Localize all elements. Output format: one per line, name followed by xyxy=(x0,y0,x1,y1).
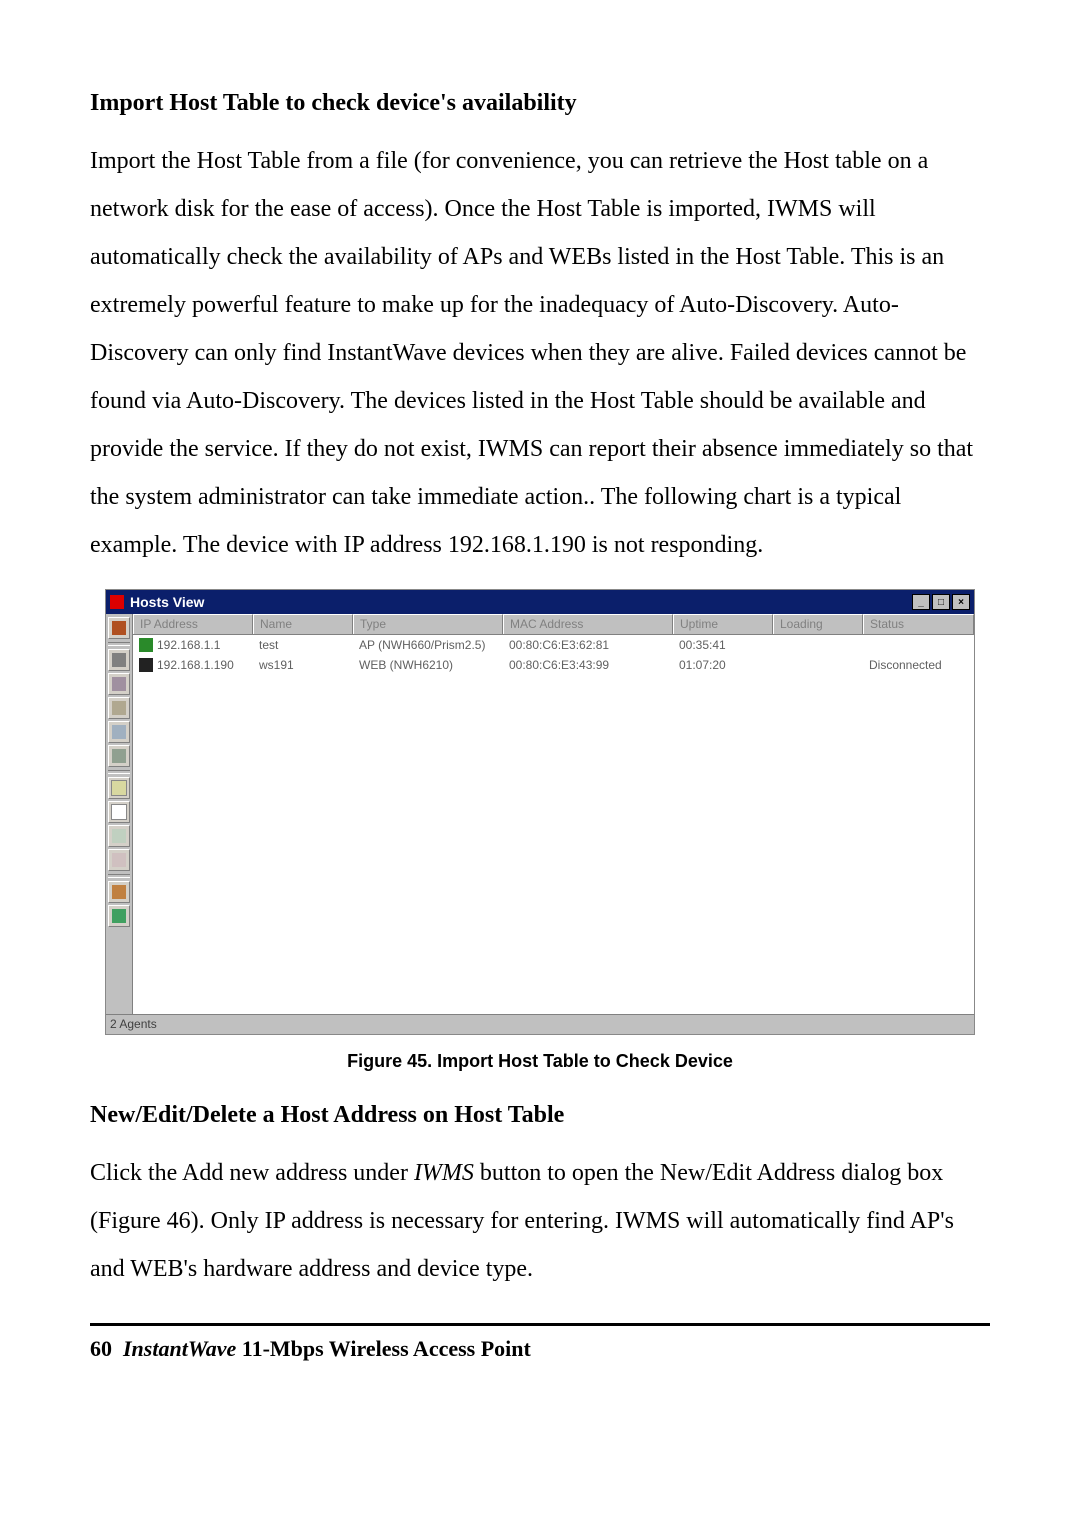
table-row[interactable]: 192.168.1.190 ws191 WEB (NWH6210) 00:80:… xyxy=(133,655,974,675)
page-footer: 60 InstantWave 11-Mbps Wireless Access P… xyxy=(90,1336,990,1362)
toolbar-icon-11 xyxy=(112,885,126,899)
maximize-button[interactable]: □ xyxy=(932,594,950,610)
toolbar-properties-button[interactable] xyxy=(108,649,130,671)
toolbar xyxy=(106,614,133,1014)
footer-title-rest: 11-Mbps Wireless Access Point xyxy=(236,1336,531,1361)
window-titlebar: Hosts View _ □ × xyxy=(106,590,974,614)
cell-mac: 00:80:C6:E3:62:81 xyxy=(503,638,673,652)
section2-body-pre: Click the Add new address under xyxy=(90,1160,414,1186)
col-header-ip[interactable]: IP Address xyxy=(133,614,253,634)
cell-name: test xyxy=(253,638,353,652)
col-header-loading[interactable]: Loading xyxy=(773,614,863,634)
toolbar-icon-3 xyxy=(112,677,126,691)
toolbar-icon-6 xyxy=(112,749,126,763)
cell-uptime: 00:35:41 xyxy=(673,638,773,652)
cell-type: AP (NWH660/Prism2.5) xyxy=(353,638,503,652)
minimize-button[interactable]: _ xyxy=(912,594,930,610)
toolbar-icon-4 xyxy=(112,701,126,715)
window-title: Hosts View xyxy=(130,594,910,610)
section2-body-italic: IWMS xyxy=(414,1160,474,1186)
toolbar-delete-button[interactable] xyxy=(108,849,130,871)
status-bar: 2 Agents xyxy=(106,1014,974,1034)
hosts-list-rows: 192.168.1.1 test AP (NWH660/Prism2.5) 00… xyxy=(133,635,974,1014)
toolbar-btn-12[interactable] xyxy=(108,905,130,927)
table-row[interactable]: 192.168.1.1 test AP (NWH660/Prism2.5) 00… xyxy=(133,635,974,655)
section2-body: Click the Add new address under IWMS but… xyxy=(90,1149,990,1293)
toolbar-open-button[interactable] xyxy=(108,777,130,799)
toolbar-btn-5[interactable] xyxy=(108,721,130,743)
cell-status: Disconnected xyxy=(863,658,974,672)
footer-title-italic: InstantWave xyxy=(123,1336,236,1361)
toolbar-new-button[interactable] xyxy=(108,801,130,823)
col-header-type[interactable]: Type xyxy=(353,614,503,634)
toolbar-btn-11[interactable] xyxy=(108,881,130,903)
cell-uptime: 01:07:20 xyxy=(673,658,773,672)
toolbar-icon-12 xyxy=(112,909,126,923)
cell-ip: 192.168.1.190 xyxy=(157,658,234,672)
toolbar-separator xyxy=(108,642,130,646)
footer-rule xyxy=(90,1323,990,1326)
toolbar-separator xyxy=(108,874,130,878)
import-icon xyxy=(112,829,126,843)
host-status-icon xyxy=(139,638,153,652)
window-buttons: _ □ × xyxy=(910,594,970,610)
figure-caption: Figure 45. Import Host Table to Check De… xyxy=(90,1051,990,1072)
toolbar-icon-5 xyxy=(112,725,126,739)
close-button[interactable]: × xyxy=(952,594,970,610)
cell-name: ws191 xyxy=(253,658,353,672)
col-header-uptime[interactable]: Uptime xyxy=(673,614,773,634)
section1-heading: Import Host Table to check device's avai… xyxy=(90,90,990,117)
toolbar-btn-3[interactable] xyxy=(108,673,130,695)
toolbar-btn-4[interactable] xyxy=(108,697,130,719)
toolbar-import-button[interactable] xyxy=(108,825,130,847)
document-icon xyxy=(111,780,127,796)
cell-type: WEB (NWH6210) xyxy=(353,658,503,672)
properties-icon xyxy=(112,653,126,667)
cell-ip: 192.168.1.1 xyxy=(157,638,220,652)
delete-icon xyxy=(112,853,126,867)
new-icon xyxy=(111,804,127,820)
section2-heading: New/Edit/Delete a Host Address on Host T… xyxy=(90,1102,990,1129)
toolbar-btn-6[interactable] xyxy=(108,745,130,767)
hosts-view-window: Hosts View _ □ × xyxy=(105,589,975,1035)
col-header-name[interactable]: Name xyxy=(253,614,353,634)
cell-mac: 00:80:C6:E3:43:99 xyxy=(503,658,673,672)
toolbar-separator xyxy=(108,770,130,774)
find-icon xyxy=(112,621,126,635)
hosts-list-header: IP Address Name Type MAC Address Uptime … xyxy=(133,614,974,635)
col-header-status[interactable]: Status xyxy=(863,614,974,634)
page-number: 60 xyxy=(90,1336,112,1361)
toolbar-find-button[interactable] xyxy=(108,617,130,639)
hosts-list: IP Address Name Type MAC Address Uptime … xyxy=(133,614,974,1014)
section1-body: Import the Host Table from a file (for c… xyxy=(90,137,990,569)
app-icon xyxy=(110,595,124,609)
host-status-icon xyxy=(139,658,153,672)
col-header-mac[interactable]: MAC Address xyxy=(503,614,673,634)
